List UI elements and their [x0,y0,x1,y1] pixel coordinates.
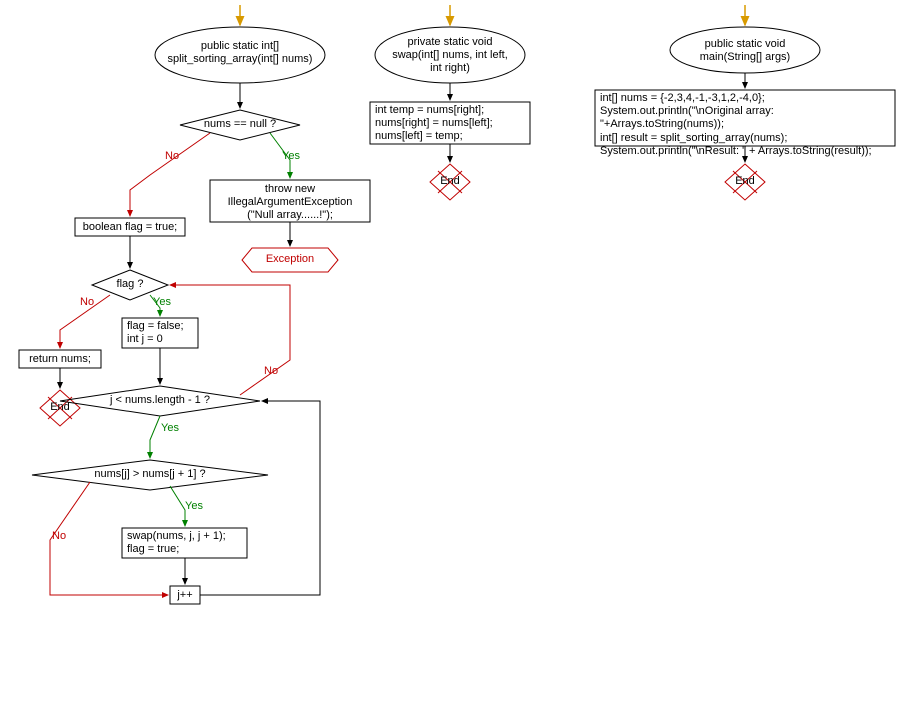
edge-no: No [165,150,179,162]
edge-no: No [52,530,66,542]
edge-yes: Yes [282,150,300,162]
edge-yes: Yes [161,422,179,434]
edge-yes: Yes [185,500,203,512]
flowchart-canvas [0,0,901,705]
edge-yes: Yes [153,296,171,308]
edge-no: No [264,365,278,377]
edge-no: No [80,296,94,308]
